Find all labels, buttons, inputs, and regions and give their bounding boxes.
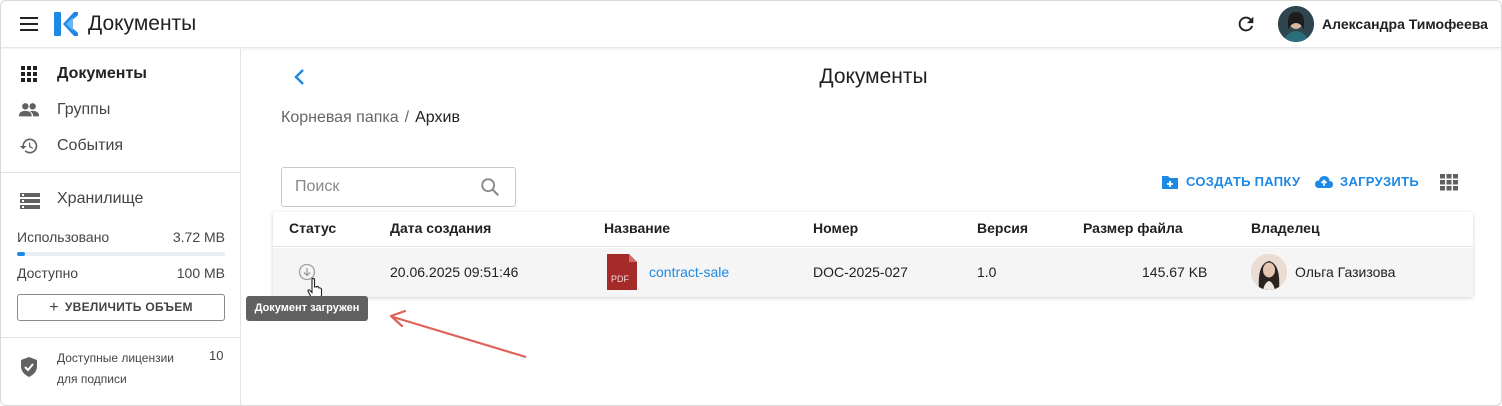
- column-number[interactable]: Номер: [813, 220, 858, 236]
- breadcrumb: Корневая папка / Архив: [281, 109, 460, 127]
- app-title: Документы: [88, 12, 197, 35]
- increase-storage-label: УВЕЛИЧИТЬ ОБЪЕМ: [64, 299, 193, 314]
- column-owner[interactable]: Владелец: [1251, 220, 1320, 236]
- storage-icon: [20, 193, 40, 209]
- sidebar-divider: [1, 172, 240, 173]
- storage-available: Доступно 100 MB: [17, 265, 225, 281]
- user-avatar[interactable]: [1278, 6, 1314, 42]
- storage-progress-fill: [17, 252, 25, 256]
- upload-label: ЗАГРУЗИТЬ: [1340, 174, 1419, 189]
- search-input[interactable]: [283, 169, 473, 205]
- owner-avatar: [1251, 254, 1287, 290]
- document-number: DOC-2025-027: [813, 264, 908, 280]
- document-size: 145.67 KB: [1142, 264, 1208, 280]
- top-bar: Документы Александра Тимофеева: [1, 1, 1501, 48]
- history-icon: [19, 138, 38, 154]
- search-icon[interactable]: [479, 176, 501, 198]
- storage-used-value: 3.72 MB: [172, 229, 225, 245]
- pdf-file-icon: PDF: [607, 254, 637, 290]
- licenses-value: 10: [209, 348, 224, 363]
- pdf-icon-label: PDF: [611, 274, 630, 284]
- annotation-arrow-icon: [389, 309, 527, 359]
- app-logo-icon: [54, 12, 78, 36]
- storage-used-label: Использовано: [17, 229, 110, 245]
- documents-table: Статус Дата создания Название Номер Верс…: [273, 212, 1473, 297]
- cloud-upload-icon: [1315, 176, 1333, 188]
- folder-add-icon: [1162, 176, 1178, 189]
- breadcrumb-current: Архив: [415, 109, 460, 126]
- hamburger-menu-icon[interactable]: [19, 14, 39, 34]
- storage-available-value: 100 MB: [176, 265, 225, 281]
- sidebar-item-documents[interactable]: Документы: [1, 57, 240, 91]
- storage-progress-bar: [17, 252, 225, 256]
- grid-view-icon[interactable]: [1439, 173, 1459, 191]
- create-folder-button[interactable]: СОЗДАТЬ ПАПКУ: [1161, 173, 1301, 191]
- sidebar-item-label: События: [57, 137, 124, 154]
- column-name[interactable]: Название: [604, 220, 670, 236]
- owner-name: Ольга Газизова: [1295, 264, 1396, 280]
- table-row[interactable]: 20.06.2025 09:51:46 PDF contract-sale DO…: [273, 248, 1473, 297]
- increase-storage-button[interactable]: + УВЕЛИЧИТЬ ОБЪЕМ: [17, 294, 225, 321]
- storage-available-label: Доступно: [17, 265, 79, 281]
- upload-button[interactable]: ЗАГРУЗИТЬ: [1314, 173, 1424, 191]
- sidebar-item-label: Документы: [57, 65, 147, 82]
- shield-check-icon: [21, 357, 37, 377]
- column-status[interactable]: Статус: [289, 220, 336, 236]
- sidebar-divider: [1, 337, 240, 338]
- column-created[interactable]: Дата создания: [390, 220, 491, 236]
- column-size[interactable]: Размер файла: [1083, 220, 1183, 236]
- licenses-label: Доступные лицензии для подписи: [57, 351, 174, 386]
- breadcrumb-separator: /: [404, 109, 410, 126]
- table-header: Статус Дата создания Название Номер Верс…: [273, 212, 1473, 247]
- breadcrumb-root[interactable]: Корневая папка: [281, 109, 399, 126]
- sidebar-item-events[interactable]: События: [1, 129, 240, 163]
- status-tooltip: Документ загружен: [246, 296, 368, 321]
- created-date: 20.06.2025 09:51:46: [390, 264, 519, 280]
- document-version: 1.0: [977, 264, 997, 280]
- sidebar-item-groups[interactable]: Группы: [1, 93, 240, 127]
- people-icon: [18, 103, 40, 117]
- document-name-link[interactable]: contract-sale: [649, 264, 729, 280]
- page-title: Документы: [819, 65, 928, 88]
- back-chevron-icon[interactable]: [289, 65, 311, 89]
- column-version[interactable]: Версия: [977, 220, 1028, 236]
- plus-icon: +: [49, 298, 59, 316]
- sidebar-item-label: Группы: [57, 101, 111, 118]
- user-name[interactable]: Александра Тимофеева: [1322, 16, 1488, 32]
- sidebar: Документы Группы События Хранилище Испол…: [1, 49, 241, 405]
- apps-grid-icon: [21, 66, 37, 82]
- app-window: Документы Александра Тимофеева Документы…: [0, 0, 1502, 406]
- refresh-icon[interactable]: [1235, 13, 1257, 35]
- create-folder-label: СОЗДАТЬ ПАПКУ: [1186, 174, 1301, 189]
- storage-title: Хранилище: [57, 190, 144, 207]
- storage-used: Использовано 3.72 MB: [17, 229, 225, 245]
